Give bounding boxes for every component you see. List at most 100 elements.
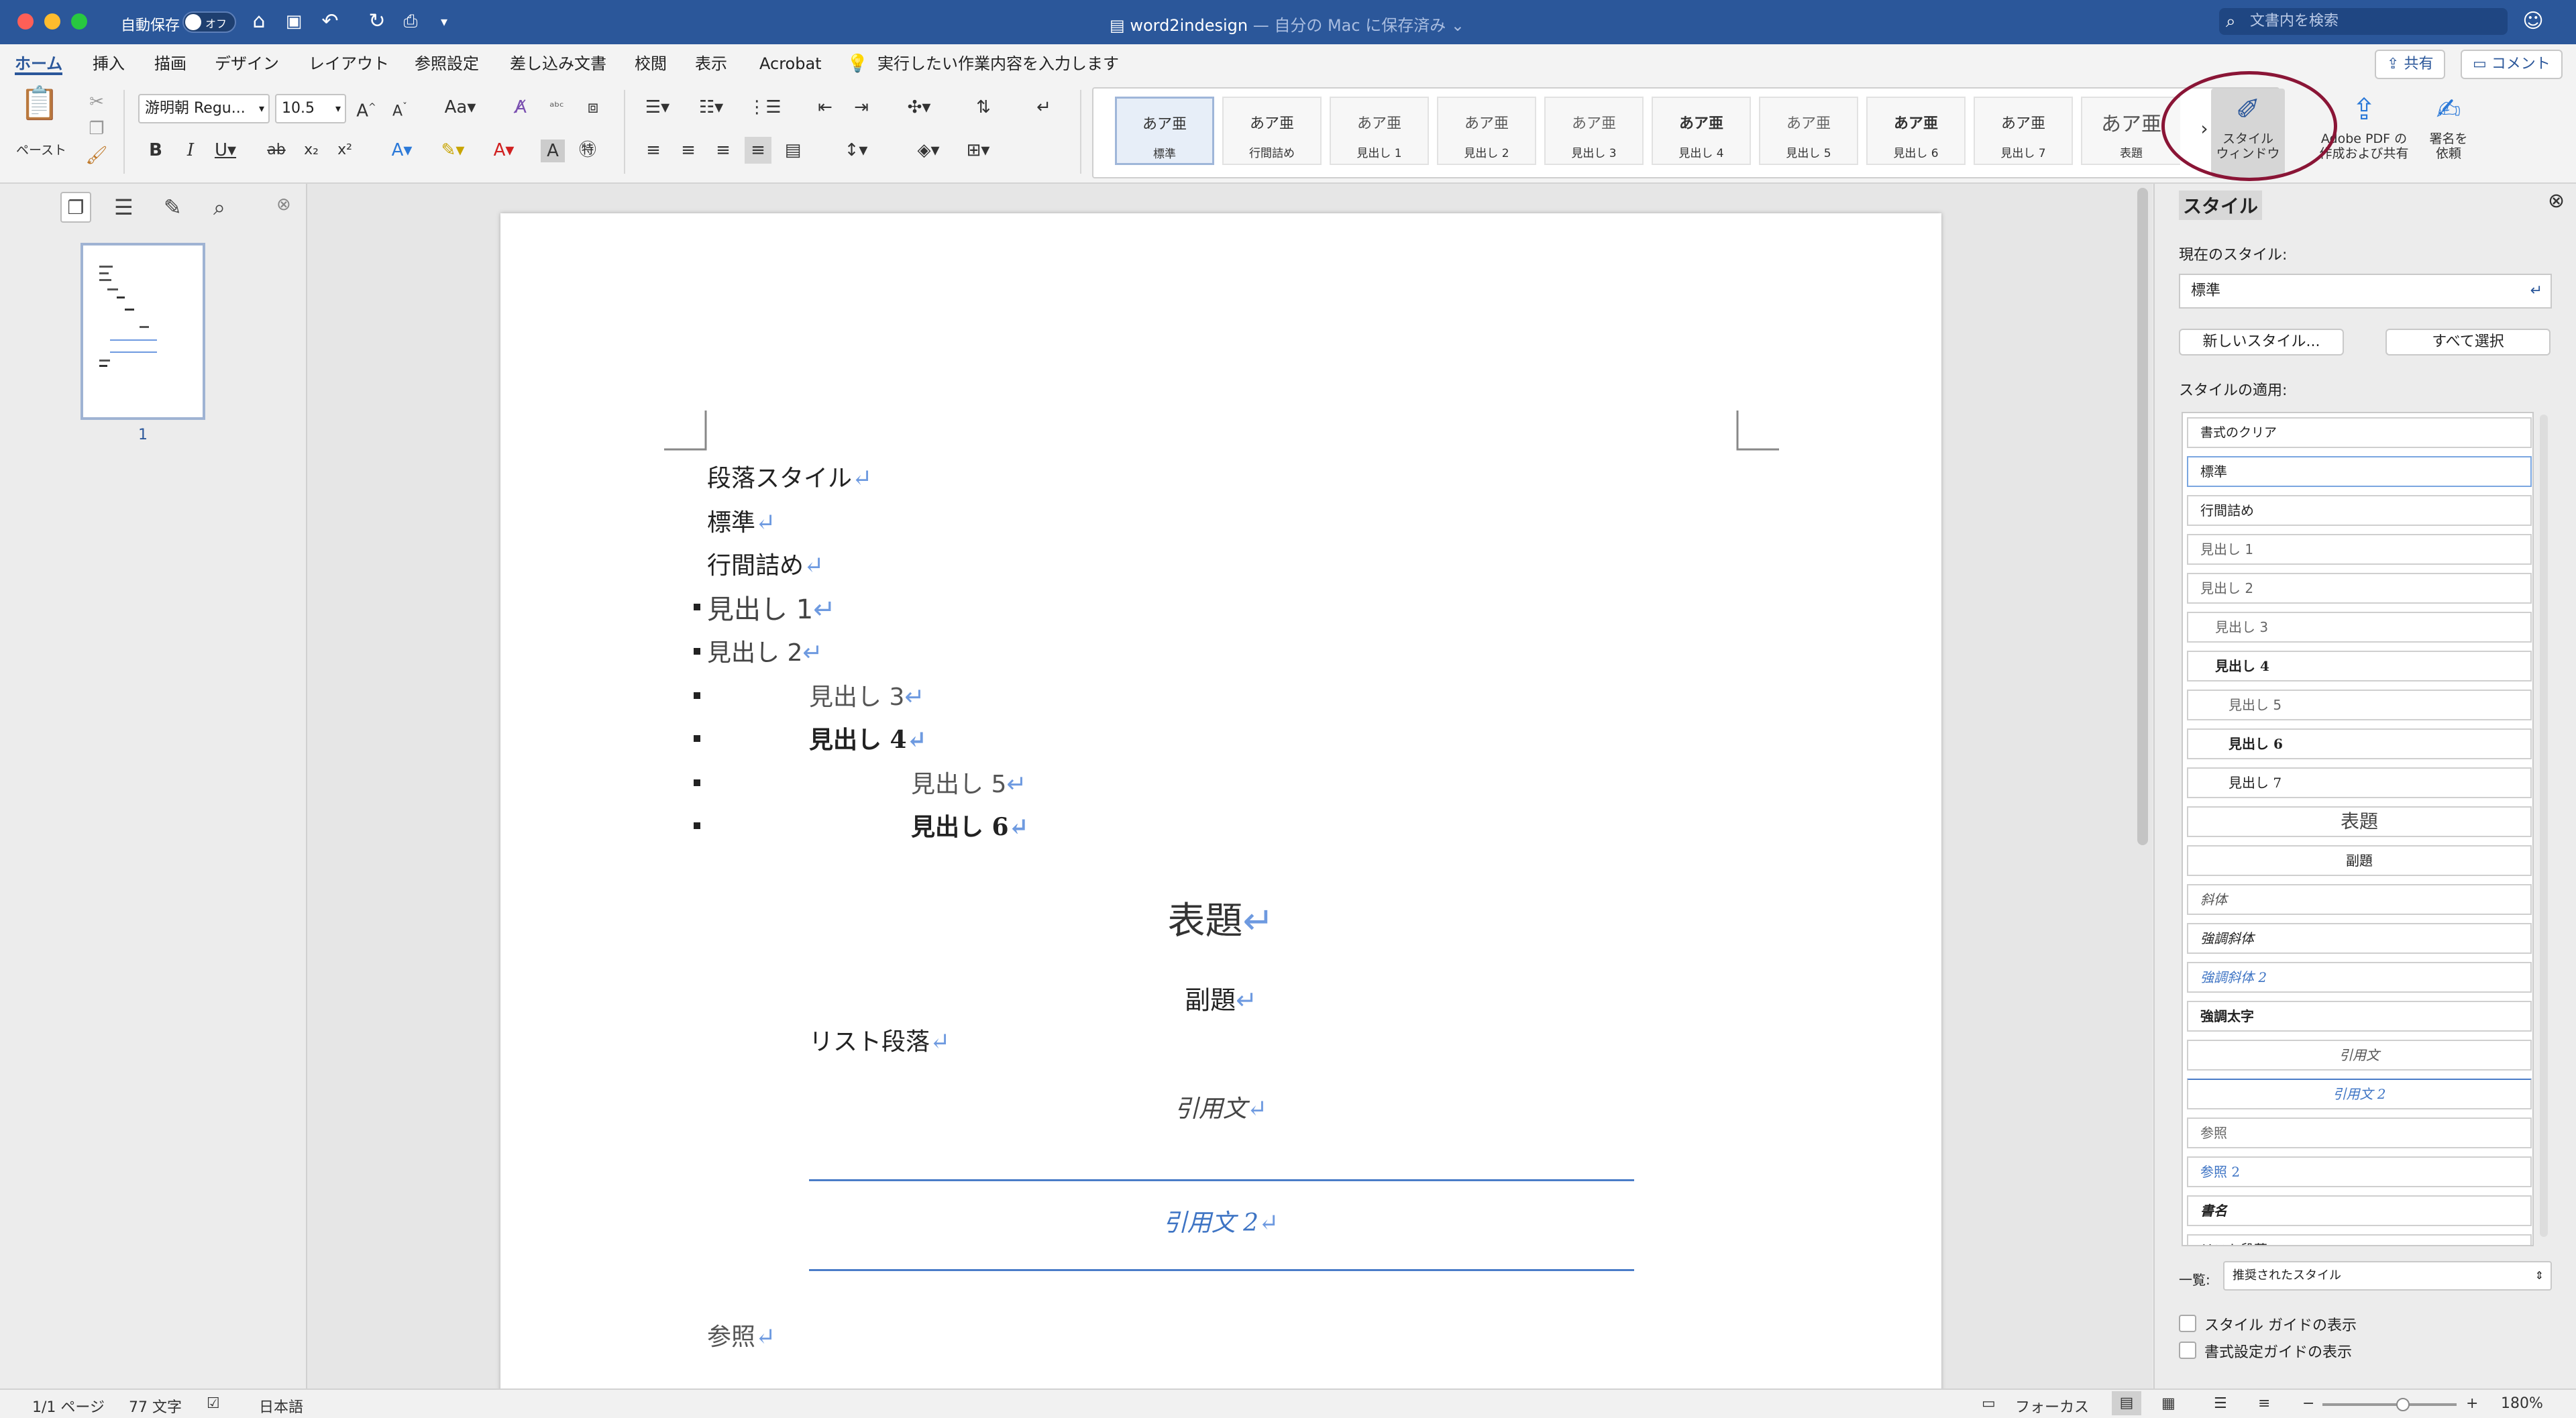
save-icon[interactable]: ▣ <box>279 7 309 36</box>
gallery-style-heading-6[interactable]: あア亜 見出し 6 <box>1866 97 1966 165</box>
tell-me-input[interactable]: 実行したい作業内容を入力します <box>877 52 1119 75</box>
style-item-standard[interactable]: 標準 <box>2187 456 2532 487</box>
font-name-dropdown[interactable]: 游明朝 Regu... ▾ <box>138 94 270 123</box>
gallery-style-heading-5[interactable]: あア亜 見出し 5 <box>1759 97 1858 165</box>
highlight-icon[interactable]: ✎▾ <box>436 137 470 164</box>
clear-formatting-icon[interactable]: A̸ <box>507 94 534 121</box>
tab-acrobat[interactable]: Acrobat <box>759 52 822 75</box>
minimize-window-button[interactable] <box>44 13 60 30</box>
style-item-emphasis[interactable]: 斜体 <box>2187 884 2532 915</box>
style-item-intense-emphasis[interactable]: 強調斜体 <box>2187 923 2532 954</box>
customize-toolbar-icon[interactable]: ▾ <box>429 7 459 36</box>
enclose-characters-icon[interactable]: ㊕ <box>574 137 601 164</box>
show-formatting-marks-icon[interactable]: ↵ <box>1030 94 1057 121</box>
distributed-icon[interactable]: ▤ <box>781 137 805 164</box>
style-item-heading-4[interactable]: 見出し 4 <box>2187 651 2532 681</box>
format-guide-checkbox[interactable] <box>2179 1342 2196 1359</box>
grow-font-icon[interactable]: A^ <box>353 94 380 125</box>
select-all-button[interactable]: すべて選択 <box>2385 329 2551 356</box>
tab-draw[interactable]: 描画 <box>154 52 186 75</box>
font-size-dropdown[interactable]: 10.5 ▾ <box>275 94 346 123</box>
gallery-style-heading-1[interactable]: あア亜 見出し 1 <box>1330 97 1429 165</box>
print-layout-icon[interactable]: ▤ <box>2112 1391 2141 1415</box>
gallery-style-heading-2[interactable]: あア亜 見出し 2 <box>1437 97 1536 165</box>
proofing-icon[interactable]: ☑ <box>207 1395 220 1412</box>
italic-icon[interactable]: I <box>178 137 203 164</box>
outline-view-icon[interactable]: ☰ <box>2214 1395 2227 1412</box>
tab-home[interactable]: ホーム <box>15 52 63 75</box>
shrink-font-icon[interactable]: Aˇ <box>386 94 413 125</box>
print-icon[interactable]: ⎙ <box>396 7 425 36</box>
revisions-icon[interactable]: ✎ <box>164 195 182 220</box>
align-left-icon[interactable]: ≡ <box>641 137 665 164</box>
gallery-style-heading-3[interactable]: あア亜 見出し 3 <box>1544 97 1644 165</box>
style-item-subtitle[interactable]: 副題 <box>2187 845 2532 876</box>
style-item-book-title[interactable]: 書名 <box>2187 1195 2532 1226</box>
phonetic-guide-icon[interactable]: ᵃᵇᶜ <box>543 94 570 121</box>
search-input[interactable]: ⌕ 文書内を検索 <box>2219 8 2508 35</box>
numbering-icon[interactable]: ☷▾ <box>691 94 731 121</box>
comment-button[interactable]: ▭ コメント <box>2461 50 2563 79</box>
gallery-style-heading-4[interactable]: あア亜 見出し 4 <box>1652 97 1751 165</box>
close-window-button[interactable] <box>17 13 34 30</box>
current-style-field[interactable]: 標準 ↵ <box>2179 274 2552 309</box>
zoom-level[interactable]: 180% <box>2501 1395 2543 1412</box>
undo-icon[interactable]: ↶ <box>315 7 345 36</box>
asian-layout-icon[interactable]: ✣▾ <box>899 94 939 121</box>
change-case-icon[interactable]: Aa▾ <box>440 94 480 121</box>
web-layout-icon[interactable]: ▦ <box>2161 1395 2176 1412</box>
style-item-clear[interactable]: 書式のクリア <box>2187 417 2532 448</box>
gallery-style-standard[interactable]: あア亜 標準 <box>1115 97 1214 165</box>
style-list-scrollbar[interactable] <box>2540 415 2548 1237</box>
text-effects-icon[interactable]: A▾ <box>385 137 419 164</box>
autosave-toggle[interactable]: オフ <box>182 11 236 33</box>
tab-review[interactable]: 校閲 <box>635 52 667 75</box>
close-nav-icon[interactable]: ⊗ <box>276 195 291 215</box>
language[interactable]: 日本語 <box>259 1395 303 1417</box>
style-item-list-paragraph[interactable]: リスト段落 <box>2187 1234 2532 1245</box>
style-item-heading-5[interactable]: 見出し 5 <box>2187 690 2532 720</box>
gallery-style-heading-7[interactable]: あア亜 見出し 7 <box>1974 97 2073 165</box>
gallery-style-no-spacing[interactable]: あア亜 行間詰め <box>1222 97 1322 165</box>
focus-icon[interactable]: ▭ <box>1982 1395 1996 1412</box>
style-item-title[interactable]: 表題 <box>2187 806 2532 837</box>
subscript-icon[interactable]: x₂ <box>299 137 323 164</box>
tab-mailings[interactable]: 差し込み文書 <box>510 52 606 75</box>
zoom-window-button[interactable] <box>71 13 87 30</box>
character-shading-icon[interactable]: A <box>541 140 565 162</box>
document-page[interactable]: 段落スタイル↵ 標準↵ 行間詰め↵ 見出し 1↵ 見出し 2↵ 見出し 3↵ 見… <box>500 213 1941 1394</box>
style-item-heading-6[interactable]: 見出し 6 <box>2187 728 2532 759</box>
focus-mode[interactable]: フォーカス <box>2015 1395 2089 1417</box>
increase-indent-icon[interactable]: ⇥ <box>848 94 875 121</box>
borders-icon[interactable]: ⊞▾ <box>958 137 998 164</box>
style-item-heading-1[interactable]: 見出し 1 <box>2187 534 2532 565</box>
home-icon[interactable]: ⌂ <box>244 7 274 36</box>
shading-icon[interactable]: ◈▾ <box>908 137 949 164</box>
format-painter-icon[interactable]: 🖌 <box>83 142 110 169</box>
redo-icon[interactable]: ↻ <box>362 7 392 36</box>
bullets-icon[interactable]: ☰▾ <box>637 94 678 121</box>
new-style-button[interactable]: 新しいスタイル... <box>2179 329 2344 356</box>
bold-icon[interactable]: B <box>144 137 168 164</box>
page-thumbnail[interactable] <box>80 243 205 420</box>
zoom-out-icon[interactable]: − <box>2302 1395 2314 1412</box>
tab-references[interactable]: 参照設定 <box>415 52 479 75</box>
align-center-icon[interactable]: ≡ <box>676 137 700 164</box>
character-border-icon[interactable]: ⧈ <box>580 94 606 121</box>
style-item-heading-2[interactable]: 見出し 2 <box>2187 573 2532 604</box>
list-filter-dropdown[interactable]: 推奨されたスタイル ⇕ <box>2223 1261 2552 1291</box>
tab-view[interactable]: 表示 <box>695 52 727 75</box>
close-pane-icon[interactable]: ⊗ <box>2548 189 2565 213</box>
find-icon[interactable]: ⌕ <box>213 195 225 221</box>
thumbnails-icon[interactable]: ❐ <box>60 192 91 223</box>
smiley-feedback-icon[interactable]: ☺ <box>2518 7 2548 36</box>
justify-icon[interactable]: ≡ <box>745 137 771 164</box>
style-item-reference-2[interactable]: 参照 2 <box>2187 1156 2532 1187</box>
draft-view-icon[interactable]: ≡ <box>2258 1395 2270 1412</box>
document-scrollbar[interactable] <box>2137 188 2148 845</box>
copy-icon[interactable]: ❐ <box>83 115 110 142</box>
style-item-intense-emphasis-2[interactable]: 強調斜体 2 <box>2187 962 2532 993</box>
share-button[interactable]: ⇪ 共有 <box>2375 50 2446 79</box>
tab-layout[interactable]: レイアウト <box>309 52 389 75</box>
style-item-no-spacing[interactable]: 行間詰め <box>2187 495 2532 526</box>
